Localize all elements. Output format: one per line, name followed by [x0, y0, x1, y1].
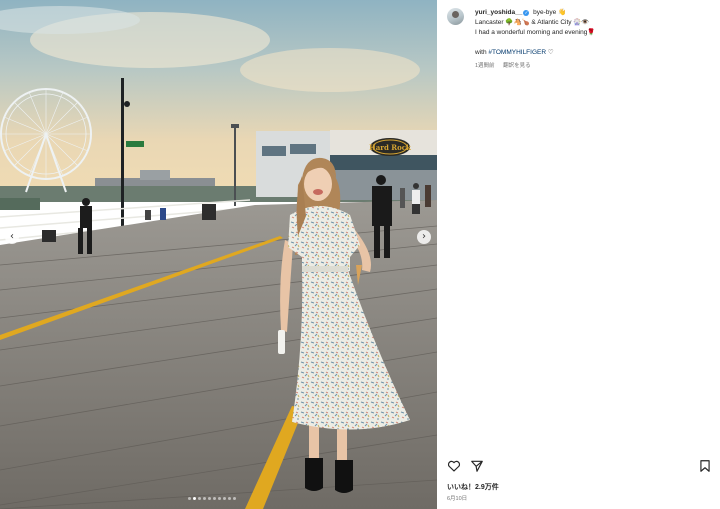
caption-line-3: I had a wonderful morning and evening🌹	[475, 29, 596, 36]
carousel-prev-button[interactable]: ‹	[5, 230, 19, 244]
carousel-indicator	[188, 497, 236, 500]
post-photo: Hard Rock ‹ ›	[0, 0, 437, 509]
like-count[interactable]: いいね！2.9万件	[447, 482, 499, 492]
caption-line-2: Lancaster 🌳🐴🍗 & Atlantic City 🎡👁️	[475, 19, 590, 26]
carousel-next-button[interactable]: ›	[417, 230, 431, 244]
carousel-dot	[233, 497, 236, 500]
carousel-dot	[198, 497, 201, 500]
bookmark-icon[interactable]	[698, 459, 712, 473]
carousel-dot	[218, 497, 221, 500]
carousel-dot	[188, 497, 191, 500]
carousel-dot	[213, 497, 216, 500]
caption-line-1: bye-bye 👋	[533, 9, 567, 16]
carousel-dot	[228, 497, 231, 500]
post-side-panel: yuri_yoshida__ ✓ bye-bye 👋 Lancaster 🌳🐴🍗 …	[437, 0, 720, 509]
caption-meta: 1週間前 翻訳を見る	[475, 61, 538, 69]
action-bar	[447, 459, 715, 473]
instagram-post-view: Hard Rock ‹ › yuri_yoshida__ ✓ bye-bye 👋…	[0, 0, 720, 509]
carousel-dot	[223, 497, 226, 500]
username-link[interactable]: yuri_yoshida__	[475, 9, 522, 16]
post-date: 6月10日	[447, 496, 468, 502]
caption-heart: ♡	[547, 49, 554, 56]
hashtag-link[interactable]: #TOMMYHILFIGER	[488, 49, 546, 56]
hard-rock-sign: Hard Rock	[369, 143, 411, 152]
avatar[interactable]	[447, 8, 464, 25]
carousel-dot	[193, 497, 196, 500]
caption-with-text: with	[475, 49, 487, 56]
verified-badge-icon: ✓	[523, 10, 530, 16]
share-icon[interactable]	[470, 459, 484, 473]
post-caption: yuri_yoshida__ ✓ bye-bye 👋 Lancaster 🌳🐴🍗 …	[475, 8, 715, 58]
carousel-dot	[203, 497, 206, 500]
heart-icon[interactable]	[447, 459, 461, 473]
carousel-dot	[208, 497, 211, 500]
time-ago: 1週間前	[475, 63, 495, 69]
translate-link[interactable]: 翻訳を見る	[503, 63, 531, 69]
hard-rock-building: Hard Rock	[256, 130, 437, 200]
boardwalk-photo: Hard Rock	[0, 0, 437, 509]
